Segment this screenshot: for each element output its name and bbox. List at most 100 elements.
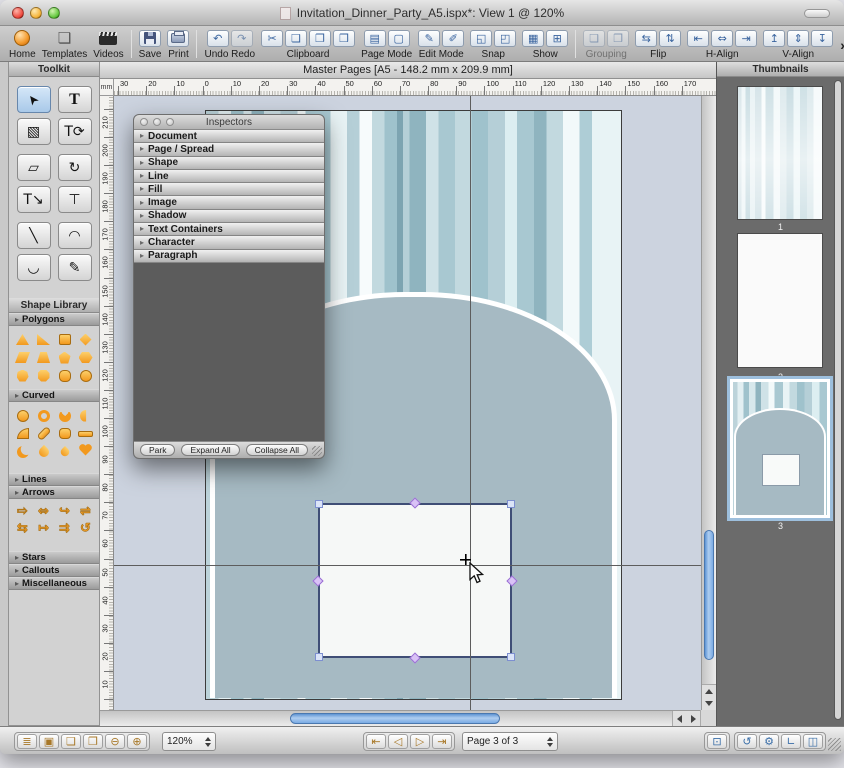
vertical-scroll-thumb[interactable] — [704, 530, 714, 660]
toolbar-group-home[interactable]: Home — [9, 28, 36, 60]
page-popup[interactable]: Page 3 of 3 — [462, 732, 558, 751]
section-header-polygons[interactable]: ▸ Polygons — [9, 313, 99, 326]
horizontal-guide[interactable] — [114, 565, 701, 566]
master-layout-button[interactable]: ◫ — [803, 734, 823, 749]
snap-on-button[interactable]: ◱ — [470, 30, 492, 47]
vertical-scroll-arrows[interactable] — [702, 684, 716, 710]
settings-wrench-button[interactable]: ⚙ — [759, 734, 779, 749]
palette-zoom-button[interactable] — [166, 118, 174, 126]
toolbar-group-print[interactable]: Print — [167, 28, 189, 60]
page-thumbnail-2[interactable] — [737, 233, 823, 368]
align-bottom-button[interactable]: ↧ — [811, 30, 833, 47]
handle-bottom-left[interactable] — [315, 653, 323, 661]
tool-line[interactable]: ╲ — [17, 222, 51, 249]
ungroup-button[interactable]: ❐ — [607, 30, 629, 47]
inspector-section[interactable]: ▸ Shadow — [134, 210, 324, 223]
show-grid-button[interactable]: ▦ — [522, 30, 544, 47]
toolbar-overflow-chevron[interactable]: » — [836, 37, 844, 53]
duplicate-button[interactable]: ❒ — [333, 30, 355, 47]
ruler-unit-box[interactable]: mm — [100, 79, 114, 96]
section-header-curved[interactable]: ▸ Curved — [9, 389, 99, 402]
page-mode-list-button[interactable]: ▤ — [364, 30, 386, 47]
zoom-level-field[interactable]: 120% — [162, 732, 216, 751]
horizontal-scrollbar[interactable] — [100, 710, 716, 726]
tool-image[interactable]: ▧ — [17, 118, 51, 145]
inspector-section[interactable]: ▸ Document — [134, 130, 324, 143]
zoom-out-button[interactable]: ⊖ — [105, 734, 125, 749]
inspector-button[interactable]: ⊡ — [707, 734, 727, 749]
palette-minimize-button[interactable] — [153, 118, 161, 126]
handle-top-right[interactable] — [507, 500, 515, 508]
view-list-button[interactable]: ≣ — [17, 734, 37, 749]
section-header-callouts[interactable]: ▸ Callouts — [9, 564, 99, 577]
section-header-stars[interactable]: ▸ Stars — [9, 551, 99, 564]
flip-vertical-button[interactable]: ⇅ — [659, 30, 681, 47]
last-page-button[interactable]: ⇥ — [432, 734, 452, 749]
zoom-stepper[interactable] — [205, 737, 211, 747]
view-fit-button[interactable]: ❐ — [83, 734, 103, 749]
handle-bottom-right[interactable] — [507, 653, 515, 661]
tool-pencil[interactable]: ✎ — [58, 254, 92, 281]
page-popup-stepper[interactable] — [547, 737, 553, 747]
section-header-miscellaneous[interactable]: ▸ Miscellaneous — [9, 577, 99, 590]
flip-horizontal-button[interactable]: ⇆ — [635, 30, 657, 47]
toolbar-group-videos[interactable]: Videos — [93, 28, 123, 60]
handle-top-left[interactable] — [315, 500, 323, 508]
tool-text[interactable]: T — [58, 86, 92, 113]
scroll-up-icon[interactable] — [705, 689, 713, 694]
tool-text-on-path[interactable]: ⊤ — [58, 186, 92, 213]
zoom-in-button[interactable]: ⊕ — [127, 734, 147, 749]
tool-curve[interactable]: ◡ — [17, 254, 51, 281]
toolbar-group-save[interactable]: Save — [139, 28, 162, 60]
view-spread-button[interactable]: ▣ — [39, 734, 59, 749]
tool-arc[interactable]: ◠ — [58, 222, 92, 249]
inspectors-palette[interactable]: Inspectors ▸ Document ▸ Page / Spread ▸ … — [133, 114, 325, 459]
title-bar[interactable]: Invitation_Dinner_Party_A5.ispx*: View 1… — [0, 0, 844, 26]
paste-button[interactable]: ❏ — [285, 30, 307, 47]
align-center-button[interactable]: ⇔ — [711, 30, 733, 47]
view-page-button[interactable]: ❏ — [61, 734, 81, 749]
toolbar-toggle-lozenge[interactable] — [804, 9, 830, 18]
inspector-section[interactable]: ▸ Image — [134, 196, 324, 209]
palette-title-bar[interactable]: Inspectors — [134, 115, 324, 130]
shape-tool-button[interactable]: ↺ — [737, 734, 757, 749]
scroll-right-icon[interactable] — [691, 715, 696, 723]
collapse-all-button[interactable]: Collapse All — [246, 444, 308, 456]
inspector-section[interactable]: ▸ Shape — [134, 157, 324, 170]
palette-resize-grip[interactable] — [312, 446, 322, 456]
inspector-section[interactable]: ▸ Fill — [134, 183, 324, 196]
tool-text-rotate[interactable]: T⟳ — [58, 118, 92, 145]
window-resize-grip[interactable] — [828, 738, 841, 751]
group-button[interactable]: ❏ — [583, 30, 605, 47]
tool-text-link[interactable]: T↘ — [17, 186, 51, 213]
section-header-arrows[interactable]: ▸ Arrows — [9, 486, 99, 499]
align-right-button[interactable]: ⇥ — [735, 30, 757, 47]
inspector-section[interactable]: ▸ Line — [134, 170, 324, 183]
inspector-section[interactable]: ▸ Text Containers — [134, 223, 324, 236]
park-button[interactable]: Park — [140, 444, 175, 456]
first-page-button[interactable]: ⇤ — [366, 734, 386, 749]
previous-page-button[interactable]: ◁ — [388, 734, 408, 749]
snap-off-button[interactable]: ◰ — [494, 30, 516, 47]
show-guides-button[interactable]: ⊞ — [546, 30, 568, 47]
tool-rotate[interactable]: ↻ — [58, 154, 92, 181]
expand-all-button[interactable]: Expand All — [181, 444, 239, 456]
copy-button[interactable]: ❐ — [309, 30, 331, 47]
thumbnails-scrollbar[interactable] — [834, 80, 842, 720]
page-thumbnail-1[interactable] — [737, 86, 823, 220]
undo-button[interactable]: ↶ — [207, 30, 229, 47]
horizontal-scroll-thumb[interactable] — [290, 713, 500, 724]
align-top-button[interactable]: ↥ — [763, 30, 785, 47]
vertical-scrollbar[interactable] — [701, 96, 716, 710]
tool-select[interactable]: ➤ — [17, 86, 51, 113]
page-thumbnail-3-selected[interactable] — [730, 379, 830, 518]
inspector-section[interactable]: ▸ Character — [134, 236, 324, 249]
scroll-down-icon[interactable] — [705, 701, 713, 706]
edit-mode-text-button[interactable]: ✐ — [442, 30, 464, 47]
scroll-left-icon[interactable] — [677, 715, 682, 723]
redo-button[interactable]: ↷ — [231, 30, 253, 47]
section-header-lines[interactable]: ▸ Lines — [9, 473, 99, 486]
align-middle-button[interactable]: ⇕ — [787, 30, 809, 47]
corner-tool-button[interactable]: ∟ — [781, 734, 801, 749]
horizontal-scroll-arrows[interactable] — [672, 711, 700, 726]
